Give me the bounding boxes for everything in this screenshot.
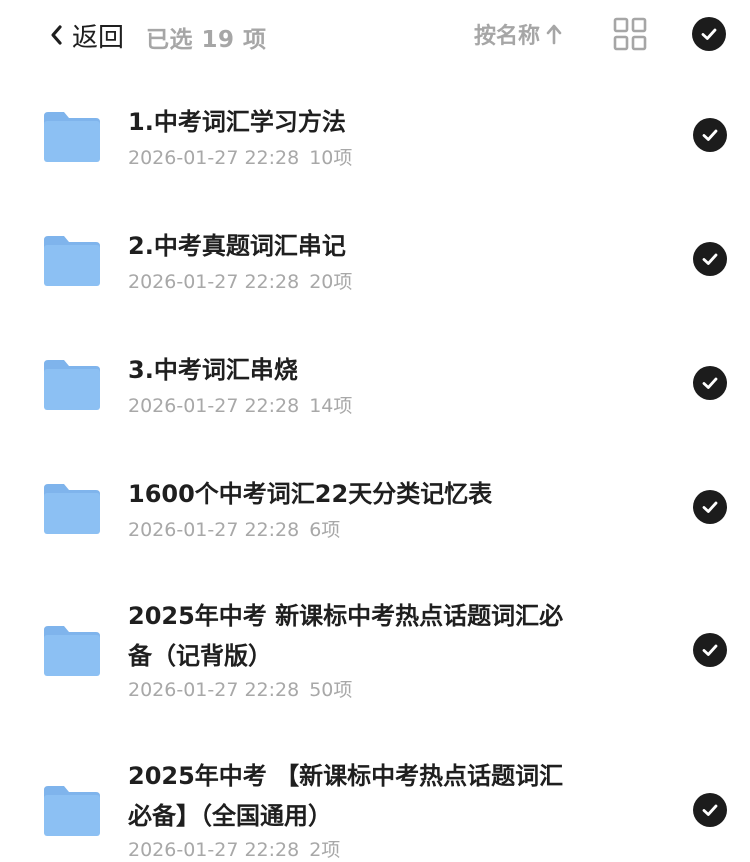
row-checkbox[interactable]	[693, 490, 727, 524]
folder-icon	[44, 484, 100, 534]
file-count: 20项	[309, 271, 353, 293]
file-date: 2026-01-27 22:28	[128, 147, 300, 169]
file-meta: 2026-01-27 22:28 10项	[128, 146, 352, 170]
chevron-left-icon	[51, 25, 62, 45]
file-row[interactable]: 1.中考词汇学习方法 2026-01-27 22:28 10项	[0, 86, 750, 210]
file-date: 2026-01-27 22:28	[128, 839, 300, 861]
file-title: 2025年中考 新课标中考热点话题词汇必备（记背版）	[128, 602, 564, 670]
file-meta: 2026-01-27 22:28 20项	[128, 270, 352, 294]
file-title: 2.中考真题词汇串记	[128, 232, 346, 260]
file-meta: 2026-01-27 22:28 6项	[128, 518, 340, 542]
row-checkbox[interactable]	[693, 633, 727, 667]
file-count: 14项	[309, 395, 353, 417]
row-checkbox[interactable]	[693, 118, 727, 152]
top-bar: 返回 已选 19 项 按名称	[0, 0, 750, 70]
file-title: 2025年中考 【新课标中考热点话题词汇必备】（全国通用）	[128, 762, 564, 830]
file-row[interactable]: 2025年中考 【新课标中考热点话题词汇必备】（全国通用） 2026-01-27…	[0, 742, 750, 862]
row-checkbox[interactable]	[693, 242, 727, 276]
file-count: 50项	[309, 679, 353, 701]
folder-icon	[44, 360, 100, 410]
file-row[interactable]: 2025年中考 新课标中考热点话题词汇必备（记背版） 2026-01-27 22…	[0, 582, 750, 742]
grid-view-icon[interactable]	[612, 16, 648, 52]
checkmark-icon	[702, 253, 718, 265]
checkmark-icon	[702, 129, 718, 141]
back-button[interactable]: 返回	[44, 14, 124, 56]
folder-icon	[44, 236, 100, 286]
check-circle-icon	[693, 633, 727, 667]
file-count: 10项	[309, 147, 353, 169]
file-count: 2项	[309, 839, 341, 861]
check-circle-icon	[693, 118, 727, 152]
checkmark-icon	[702, 501, 718, 513]
sort-by-name-button[interactable]: 按名称	[474, 18, 564, 50]
check-circle-icon	[693, 366, 727, 400]
checkmark-icon	[702, 804, 718, 816]
file-row[interactable]: 1600个中考词汇22天分类记忆表 2026-01-27 22:28 6项	[0, 458, 750, 582]
checkmark-icon	[701, 28, 717, 40]
arrow-up-icon	[546, 24, 562, 45]
row-checkbox[interactable]	[693, 793, 727, 827]
file-date: 2026-01-27 22:28	[128, 679, 300, 701]
file-title: 1.中考词汇学习方法	[128, 108, 346, 136]
folder-icon	[44, 626, 100, 676]
folder-icon	[44, 112, 100, 162]
check-circle-icon	[692, 17, 726, 51]
file-meta: 2026-01-27 22:28 50项	[128, 678, 352, 702]
file-title: 1600个中考词汇22天分类记忆表	[128, 480, 493, 508]
select-all-checkbox[interactable]	[692, 17, 726, 51]
file-date: 2026-01-27 22:28	[128, 519, 300, 541]
file-title: 3.中考词汇串烧	[128, 356, 298, 384]
folder-icon	[44, 786, 100, 836]
row-checkbox[interactable]	[693, 366, 727, 400]
check-circle-icon	[693, 242, 727, 276]
back-label: 返回	[72, 22, 125, 53]
check-circle-icon	[693, 490, 727, 524]
checkmark-icon	[702, 644, 718, 656]
file-date: 2026-01-27 22:28	[128, 271, 300, 293]
file-date: 2026-01-27 22:28	[128, 395, 300, 417]
file-row[interactable]: 3.中考词汇串烧 2026-01-27 22:28 14项	[0, 334, 750, 458]
file-meta: 2026-01-27 22:28 2项	[128, 838, 340, 862]
checkmark-icon	[702, 377, 718, 389]
file-row[interactable]: 2.中考真题词汇串记 2026-01-27 22:28 20项	[0, 210, 750, 334]
sort-label: 按名称	[474, 24, 541, 49]
selected-count: 已选 19 项	[146, 27, 267, 53]
file-count: 6项	[309, 519, 341, 541]
file-meta: 2026-01-27 22:28 14项	[128, 394, 352, 418]
check-circle-icon	[693, 793, 727, 827]
